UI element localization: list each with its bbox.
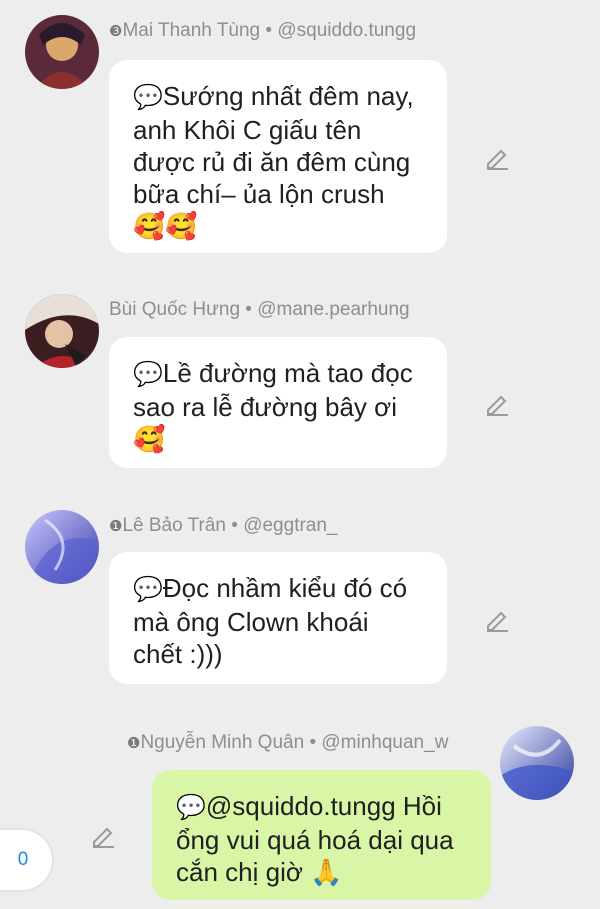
sender-name[interactable]: Nguyễn Minh Quân bbox=[140, 732, 304, 753]
message-text: Sướng nhất đêm nay, anh Khôi C giấu tên … bbox=[133, 81, 414, 209]
pencil-edit-icon[interactable] bbox=[90, 822, 116, 848]
message-emoji: 🥰 bbox=[133, 424, 166, 454]
message-header: ❶Lê Bảo Trân • @eggtran_ bbox=[109, 515, 338, 537]
separator: • bbox=[225, 515, 244, 536]
avatar[interactable] bbox=[25, 15, 99, 89]
speech-bubble-icon: 💬 bbox=[133, 576, 163, 603]
avatar[interactable] bbox=[500, 726, 574, 800]
sender-handle[interactable]: @minhquan_w bbox=[321, 732, 448, 753]
message-header: Bùi Quốc Hưng • @mane.pearhung bbox=[109, 299, 410, 321]
message-bubble[interactable]: 💬Sướng nhất đêm nay, anh Khôi C giấu tên… bbox=[109, 60, 447, 253]
rank-badge: ❶ bbox=[109, 518, 123, 535]
separator: • bbox=[260, 20, 278, 41]
message-header: ❶Nguyễn Minh Quân • @minhquan_w bbox=[127, 732, 448, 754]
avatar[interactable] bbox=[25, 294, 99, 368]
speech-bubble-icon: 💬 bbox=[176, 794, 206, 821]
sender-handle[interactable]: @mane.pearhung bbox=[257, 299, 409, 320]
message-text: Đọc nhầm kiểu đó có mà ông Clown khoái c… bbox=[133, 573, 408, 669]
rank-badge: ❸ bbox=[109, 23, 123, 40]
sender-name[interactable]: Lê Bảo Trân bbox=[122, 515, 226, 536]
message-bubble[interactable]: 💬Lề đường mà tao đọc sao ra lễ đường bây… bbox=[109, 337, 447, 468]
message-header: ❸Mai Thanh Tùng • @squiddo.tungg bbox=[109, 20, 416, 42]
rank-badge: ❶ bbox=[127, 735, 141, 752]
separator: • bbox=[304, 732, 322, 753]
message-emoji: 🥰🥰 bbox=[133, 211, 198, 241]
pencil-edit-icon[interactable] bbox=[484, 606, 510, 632]
unread-count-button[interactable]: 0 bbox=[0, 830, 52, 890]
message-bubble[interactable]: 💬Đọc nhầm kiểu đó có mà ông Clown khoái … bbox=[109, 552, 447, 684]
sender-handle[interactable]: @eggtran_ bbox=[243, 515, 337, 536]
sender-name[interactable]: Mai Thanh Tùng bbox=[122, 20, 260, 41]
speech-bubble-icon: 💬 bbox=[133, 84, 163, 111]
separator: • bbox=[240, 299, 258, 320]
sender-handle[interactable]: @squiddo.tungg bbox=[277, 20, 416, 41]
pencil-edit-icon[interactable] bbox=[484, 390, 510, 416]
sender-name[interactable]: Bùi Quốc Hưng bbox=[109, 299, 240, 320]
avatar[interactable] bbox=[25, 510, 99, 584]
pencil-edit-icon[interactable] bbox=[484, 144, 510, 170]
unread-count: 0 bbox=[17, 849, 29, 870]
message-bubble[interactable]: 💬@squiddo.tungg Hồi ổng vui quá hoá dại … bbox=[152, 770, 491, 900]
message-text: Lề đường mà tao đọc sao ra lễ đường bây … bbox=[133, 358, 413, 422]
speech-bubble-icon: 💬 bbox=[133, 361, 163, 388]
message-text: @squiddo.tungg Hồi ổng vui quá hoá dại q… bbox=[176, 791, 454, 887]
